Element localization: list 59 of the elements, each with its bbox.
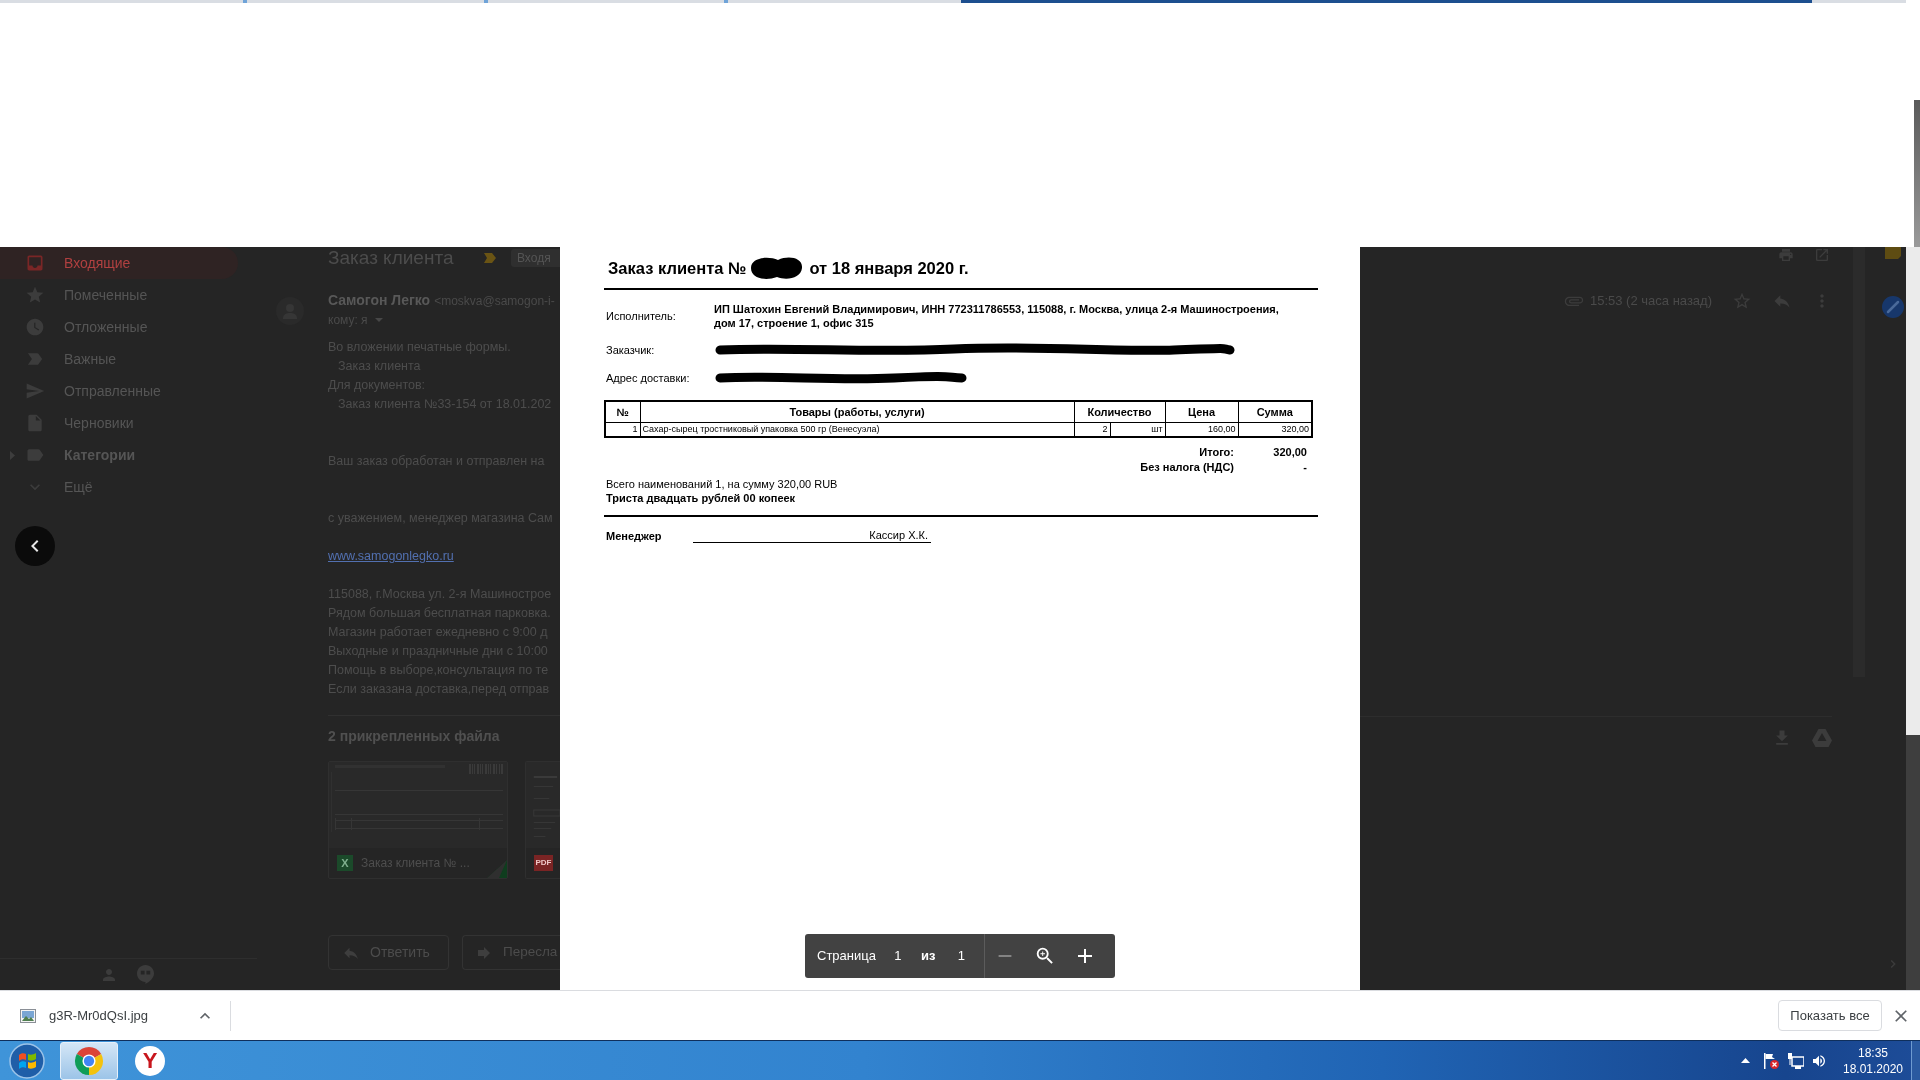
clock-icon bbox=[25, 317, 45, 337]
show-all-button[interactable]: Показать все bbox=[1778, 1000, 1882, 1031]
website-link[interactable]: www.samogonlegko.ru bbox=[328, 547, 454, 566]
column-header: Цена bbox=[1165, 401, 1238, 422]
document-title: Заказ клиента № bbox=[608, 257, 747, 279]
page-total: 1 bbox=[956, 947, 966, 966]
important-marker-icon[interactable] bbox=[484, 253, 496, 263]
taskbar-button[interactable] bbox=[60, 1041, 118, 1080]
signature-line: Кассир Х.К. bbox=[693, 528, 931, 543]
signature-role: Менеджер bbox=[605, 529, 663, 543]
expand-arrow-icon[interactable] bbox=[10, 450, 15, 460]
total-label: Без налога (НДС) bbox=[1140, 460, 1234, 476]
browser-logo-icon bbox=[74, 1045, 104, 1076]
pencil-circle-icon[interactable] bbox=[1882, 296, 1904, 318]
document-icon bbox=[25, 413, 45, 433]
total-value: 320,00 bbox=[1272, 445, 1307, 461]
page-of-label: из bbox=[920, 947, 936, 966]
speaker-icon[interactable] bbox=[1811, 1052, 1827, 1069]
clock-date[interactable]: 18.01.2020 bbox=[1842, 1060, 1904, 1077]
column-header: Количество bbox=[1074, 401, 1165, 422]
caret-down-icon[interactable] bbox=[374, 318, 383, 322]
printer-icon[interactable] bbox=[1778, 247, 1794, 263]
table-cell: Сахар-сырец тростниковый упаковка 500 гр (Венесуэла) bbox=[640, 422, 1074, 437]
field-label: Заказчик: bbox=[605, 342, 656, 358]
field-label: Адрес доставки: bbox=[605, 370, 691, 386]
sidebar-item[interactable]: Входящие bbox=[0, 247, 238, 279]
flag-alert-icon[interactable] bbox=[1763, 1052, 1779, 1069]
taskbar-button[interactable]: Y bbox=[121, 1041, 179, 1080]
back-button[interactable] bbox=[15, 526, 55, 566]
windows-orb-icon[interactable] bbox=[9, 1042, 45, 1079]
quote-bubble-icon[interactable] bbox=[137, 965, 154, 984]
star-icon bbox=[25, 285, 45, 305]
send-icon bbox=[25, 381, 45, 401]
amount-in-words: Триста двадцать рублей 00 копеек bbox=[605, 491, 797, 506]
tray-expand-icon[interactable] bbox=[1741, 1058, 1750, 1063]
image-file-icon bbox=[20, 1008, 36, 1023]
column-header: Товары (работы, услуги) bbox=[640, 401, 1074, 422]
show-desktop-button[interactable] bbox=[1911, 1041, 1920, 1080]
column-header: № bbox=[605, 401, 640, 422]
triangle-icon[interactable] bbox=[1812, 729, 1832, 747]
open-in-new-icon[interactable] bbox=[1814, 247, 1830, 263]
scrollbar-thumb[interactable] bbox=[1914, 100, 1920, 247]
file-type-badge: X bbox=[337, 855, 353, 871]
corner-fold-icon bbox=[487, 860, 507, 878]
document-title-date: от 18 января 2020 г. bbox=[809, 257, 969, 279]
field-value: ИП Шатохин Евгений Владимирович, ИНН 772311786553, 115088, г. Москва, улица 2-я Машиностроения, дом 17, строение 1, офис 315 bbox=[714, 302, 1280, 330]
total-label: Итого: bbox=[1199, 445, 1234, 461]
field-label: Исполнитель: bbox=[605, 308, 677, 324]
download-file-name[interactable]: g3R-Mr0dQsI.jpg bbox=[49, 1005, 148, 1026]
page-number-field[interactable]: 1 bbox=[885, 946, 910, 966]
network-icon[interactable] bbox=[1788, 1052, 1804, 1069]
clock-time[interactable]: 18:35 bbox=[1858, 1044, 1888, 1061]
attachment-card[interactable]: PDF bbox=[525, 761, 560, 879]
file-type-badge: PDF bbox=[534, 855, 553, 871]
summary-text: Всего наименований 1, на сумму 320,00 RUB bbox=[605, 477, 839, 491]
inbox-icon bbox=[25, 253, 45, 273]
star-outline-icon[interactable] bbox=[1732, 291, 1752, 311]
total-value: - bbox=[1302, 460, 1307, 476]
page-label: Страница bbox=[817, 947, 876, 966]
